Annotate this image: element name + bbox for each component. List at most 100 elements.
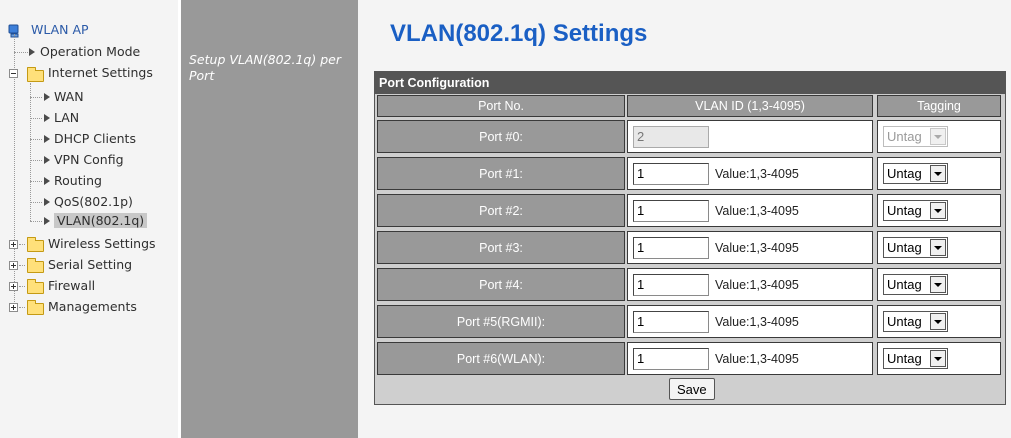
tree-item-managements[interactable]: Managements (48, 297, 137, 317)
vlan-range-hint: Value:1,3-4095 (715, 351, 799, 366)
chevron-down-icon[interactable] (930, 350, 946, 367)
vlan-range-hint: Value:1,3-4095 (715, 240, 799, 255)
tagging-value: Untag (887, 351, 922, 366)
tree-item-serial-setting[interactable]: Serial Setting (48, 255, 132, 275)
tree-item-operation-mode[interactable]: Operation Mode (40, 42, 140, 62)
chevron-down-icon[interactable] (930, 165, 946, 182)
tree-item-qos[interactable]: QoS(802.1p) (54, 192, 133, 212)
vlan-cell: Value:1,3-4095 (627, 342, 873, 375)
tree-item-wireless-settings[interactable]: Wireless Settings (48, 234, 156, 254)
folder-icon (27, 300, 44, 315)
column-header-tagging: Tagging (877, 95, 1001, 117)
vlan-cell: Value:1,3-4095 (627, 194, 873, 227)
tree-root[interactable]: WLAN AP (8, 20, 89, 40)
vlan-id-input[interactable] (633, 347, 709, 370)
navigation-tree: WLAN AP Operation Mode Internet Settings… (0, 0, 178, 438)
tagging-value: Untag (887, 129, 922, 144)
vlan-id-input[interactable] (633, 310, 709, 333)
tree-item-label: LAN (54, 110, 80, 125)
tagging-cell: Untag (877, 231, 1001, 264)
table-row: Port #1: Value:1,3-4095 Untag (375, 155, 1005, 192)
tree-item-label: Serial Setting (48, 257, 133, 272)
table-header-row: Port No. VLAN ID (1,3-4095) Tagging (375, 94, 1005, 118)
vlan-cell: Value:1,3-4095 (627, 231, 873, 264)
vlan-id-input[interactable] (633, 162, 709, 185)
arrow-right-icon (44, 93, 50, 101)
computer-icon (8, 24, 22, 38)
vlan-id-input[interactable] (633, 273, 709, 296)
port-label: Port #5(RGMII): (377, 305, 625, 338)
tree-item-vpn-config[interactable]: VPN Config (54, 150, 124, 170)
tagging-select[interactable]: Untag (883, 237, 948, 258)
port-label: Port #2: (377, 194, 625, 227)
tagging-select[interactable]: Untag (883, 274, 948, 295)
tagging-select[interactable]: Untag (883, 311, 948, 332)
tree-item-firewall[interactable]: Firewall (48, 276, 95, 296)
tree-item-internet-settings[interactable]: Internet Settings (48, 63, 153, 83)
port-label: Port #3: (377, 231, 625, 264)
tree-item-label: DHCP Clients (54, 131, 136, 146)
table-row: Port #0: Untag (375, 118, 1005, 155)
tree-item-wan[interactable]: WAN (54, 87, 84, 107)
tree-item-vlan[interactable]: VLAN(802.1q) (54, 211, 148, 231)
port-label: Port #1: (377, 157, 625, 190)
tagging-cell: Untag (877, 268, 1001, 301)
expand-icon[interactable] (9, 261, 18, 270)
tagging-cell: Untag (877, 305, 1001, 338)
save-button[interactable]: Save (669, 378, 715, 400)
chevron-down-icon[interactable] (930, 276, 946, 293)
port-configuration-table: Port Configuration Port No. VLAN ID (1,3… (374, 71, 1006, 405)
tagging-value: Untag (887, 166, 922, 181)
tagging-cell: Untag (877, 194, 1001, 227)
vlan-id-input[interactable] (633, 199, 709, 222)
tagging-cell: Untag (877, 342, 1001, 375)
tree-item-dhcp-clients[interactable]: DHCP Clients (54, 129, 136, 149)
tagging-select[interactable]: Untag (883, 200, 948, 221)
expand-icon[interactable] (9, 240, 18, 249)
tagging-value: Untag (887, 203, 922, 218)
column-header-port: Port No. (377, 95, 625, 117)
chevron-down-icon (930, 128, 946, 145)
vlan-id-input (633, 125, 709, 148)
tagging-cell: Untag (877, 120, 1001, 153)
tree-item-label: Wireless Settings (48, 236, 156, 251)
table-row: Port #2: Value:1,3-4095 Untag (375, 192, 1005, 229)
tree-item-label: Operation Mode (40, 44, 141, 59)
vlan-cell: Value:1,3-4095 (627, 268, 873, 301)
vlan-cell: Value:1,3-4095 (627, 157, 873, 190)
port-label: Port #6(WLAN): (377, 342, 625, 375)
tree-item-routing[interactable]: Routing (54, 171, 102, 191)
tagging-select[interactable]: Untag (883, 163, 948, 184)
chevron-down-icon[interactable] (930, 313, 946, 330)
main-content: VLAN(802.1q) Settings Port Configuration… (358, 0, 1011, 438)
page-description: Setup VLAN(802.1q) per Port (189, 52, 341, 83)
chevron-down-icon[interactable] (930, 202, 946, 219)
vlan-cell: Value:1,3-4095 (627, 305, 873, 338)
arrow-right-icon (44, 156, 50, 164)
arrow-right-icon (44, 114, 50, 122)
tree-item-label: WAN (54, 89, 84, 104)
port-rows: Port #0: Untag Port #1: Value:1,3-4095 Untag… (375, 118, 1005, 377)
vlan-range-hint: Value:1,3-4095 (715, 277, 799, 292)
tagging-value: Untag (887, 277, 922, 292)
arrow-right-icon (44, 177, 50, 185)
vlan-id-input[interactable] (633, 236, 709, 259)
tree-item-label: Routing (54, 173, 102, 188)
expand-icon[interactable] (9, 282, 18, 291)
tagging-select[interactable]: Untag (883, 348, 948, 369)
chevron-down-icon[interactable] (930, 239, 946, 256)
tree-item-label: Firewall (48, 278, 96, 293)
port-label: Port #0: (377, 120, 625, 153)
tree-item-label: Internet Settings (48, 65, 153, 80)
vlan-range-hint: Value:1,3-4095 (715, 166, 799, 181)
arrow-right-icon (44, 198, 50, 206)
folder-icon (27, 67, 44, 82)
table-row: Port #5(RGMII): Value:1,3-4095 Untag (375, 303, 1005, 340)
vlan-cell (627, 120, 873, 153)
collapse-icon[interactable] (9, 69, 18, 78)
tree-item-lan[interactable]: LAN (54, 108, 79, 128)
folder-icon (27, 279, 44, 294)
folder-icon (27, 237, 44, 252)
page-title: VLAN(802.1q) Settings (390, 20, 648, 47)
expand-icon[interactable] (9, 303, 18, 312)
